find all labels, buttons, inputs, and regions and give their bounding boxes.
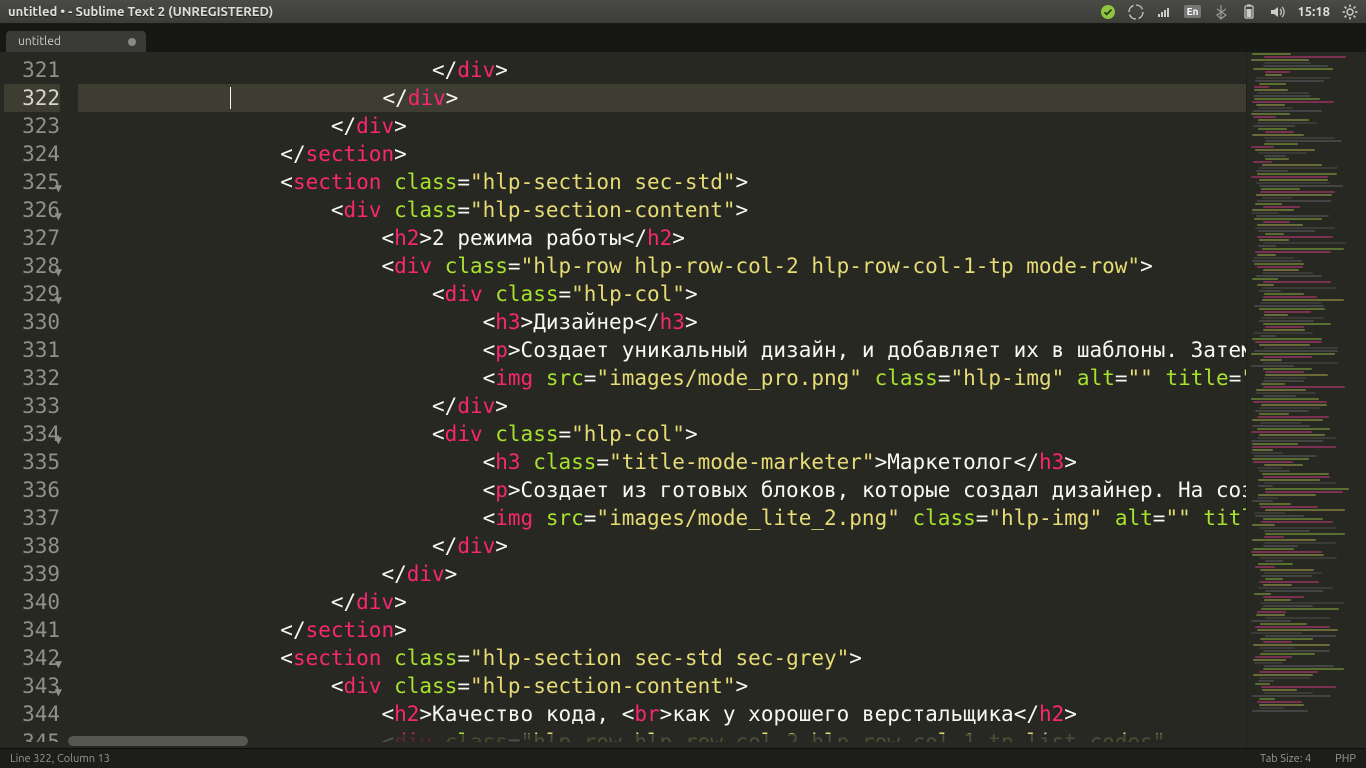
status-syntax[interactable]: PHP xyxy=(1335,753,1356,765)
minimap[interactable] xyxy=(1246,52,1366,748)
battery-icon[interactable] xyxy=(1241,4,1257,20)
clock[interactable]: 15:18 xyxy=(1297,5,1330,19)
status-tabsize[interactable]: Tab Size: 4 xyxy=(1260,753,1311,765)
session-gear-icon[interactable] xyxy=(1342,4,1358,20)
window-titlebar: untitled • - Sublime Text 2 (UNREGISTERE… xyxy=(0,0,1366,24)
window-title: untitled • - Sublime Text 2 (UNREGISTERE… xyxy=(8,5,273,19)
editor: 321322323324325▼326▼327328▼329▼330331332… xyxy=(0,52,1366,748)
network-icon[interactable] xyxy=(1156,4,1172,20)
bluetooth-icon[interactable] xyxy=(1213,4,1229,20)
line-gutter[interactable]: 321322323324325▼326▼327328▼329▼330331332… xyxy=(0,52,68,748)
status-position[interactable]: Line 322, Column 13 xyxy=(10,753,110,765)
spinner-icon[interactable] xyxy=(1128,4,1144,20)
tab-bar: untitled xyxy=(0,24,1366,52)
status-bar: Line 322, Column 13 Tab Size: 4 PHP xyxy=(0,748,1366,768)
horizontal-scrollbar[interactable] xyxy=(68,734,1246,748)
tab-label: untitled xyxy=(18,35,61,48)
scroll-thumb[interactable] xyxy=(68,736,248,746)
system-tray: En 15:18 xyxy=(1100,4,1358,20)
volume-icon[interactable] xyxy=(1269,4,1285,20)
tab-untitled[interactable]: untitled xyxy=(6,31,146,52)
sync-ok-icon[interactable] xyxy=(1100,4,1116,20)
code-area[interactable]: </div> </div> </div> </section> <section… xyxy=(68,52,1246,748)
tab-dirty-indicator-icon xyxy=(128,38,136,46)
keyboard-lang-indicator[interactable]: En xyxy=(1184,5,1202,18)
